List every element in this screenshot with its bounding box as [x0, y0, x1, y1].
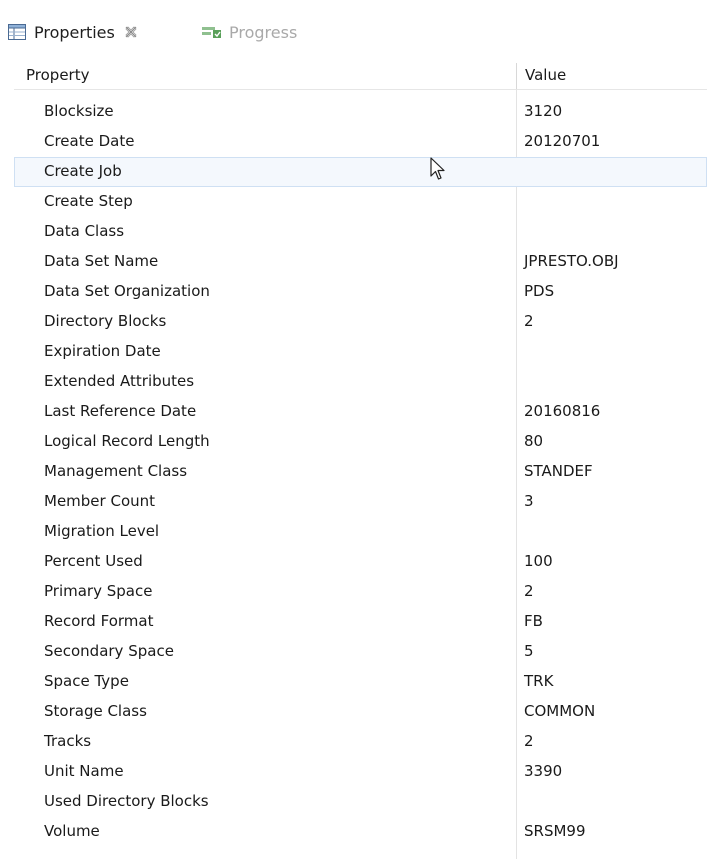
property-name: Directory Blocks [44, 312, 167, 330]
table-row[interactable]: Directory Blocks 2 [14, 307, 707, 337]
column-divider[interactable] [516, 63, 517, 89]
properties-table-icon [8, 24, 26, 40]
property-name: Blocksize [44, 102, 114, 120]
property-name: Migration Level [44, 522, 160, 540]
property-value: FB [524, 612, 543, 630]
tab-progress-label: Progress [229, 22, 298, 42]
table-row[interactable]: Data Set Organization PDS [14, 277, 707, 307]
table-row[interactable]: Migration Level [14, 517, 707, 547]
table-row[interactable]: Data Class [14, 217, 707, 247]
column-header-property[interactable]: Property [26, 66, 89, 84]
property-value: 3 [524, 492, 534, 510]
table-row[interactable]: Used Directory Blocks [14, 787, 707, 817]
property-name: Secondary Space [44, 642, 174, 660]
property-value: 3120 [524, 102, 563, 120]
property-name: Primary Space [44, 582, 153, 600]
table-row[interactable]: Data Set Name JPRESTO.OBJ [14, 247, 707, 277]
table-row[interactable]: Secondary Space 5 [14, 637, 707, 667]
property-value: 2 [524, 312, 534, 330]
property-value: 20160816 [524, 402, 601, 420]
property-value: 80 [524, 432, 544, 450]
tab-progress[interactable]: Progress [202, 14, 332, 50]
property-name: Create Date [44, 132, 135, 150]
property-name: Extended Attributes [44, 372, 195, 390]
tab-properties-label: Properties [34, 22, 115, 42]
table-row[interactable]: Create Step [14, 187, 707, 217]
property-name: Tracks [44, 732, 92, 750]
property-value: TRK [524, 672, 554, 690]
property-name: Space Type [44, 672, 129, 690]
property-name: Unit Name [44, 762, 124, 780]
column-header-value[interactable]: Value [525, 66, 566, 84]
table-row[interactable]: Tracks 2 [14, 727, 707, 757]
property-name: Expiration Date [44, 342, 161, 360]
property-name: Last Reference Date [44, 402, 197, 420]
table-row[interactable]: Record Format FB [14, 607, 707, 637]
mouse-pointer-icon [430, 157, 446, 185]
table-row[interactable]: Last Reference Date 20160816 [14, 397, 707, 427]
property-name: Data Class [44, 222, 125, 240]
property-name: Create Step [44, 192, 133, 210]
property-value: 3390 [524, 762, 563, 780]
property-name: Data Set Name [44, 252, 159, 270]
property-name: Management Class [44, 462, 188, 480]
table-row[interactable]: Extended Attributes [14, 367, 707, 397]
table-row[interactable]: Create Date 20120701 [14, 127, 707, 157]
property-value: COMMON [524, 702, 596, 720]
table-row[interactable]: Management Class STANDEF [14, 457, 707, 487]
table-header: Property Value [14, 63, 707, 90]
property-name: Member Count [44, 492, 156, 510]
property-name: Create Job [44, 162, 122, 180]
property-name: Logical Record Length [44, 432, 210, 450]
property-value: 20120701 [524, 132, 601, 150]
table-row-hovered[interactable]: Create Job [14, 157, 707, 187]
progress-icon [202, 25, 222, 39]
table-row[interactable]: Unit Name 3390 [14, 757, 707, 787]
table-row[interactable]: Logical Record Length 80 [14, 427, 707, 457]
property-value: JPRESTO.OBJ [524, 252, 619, 270]
table-row[interactable]: Percent Used 100 [14, 547, 707, 577]
view-tab-bar: Properties Progress [0, 0, 707, 60]
table-row[interactable]: Volume SRSM99 [14, 817, 707, 847]
property-value: 2 [524, 732, 534, 750]
property-name: Volume [44, 822, 100, 840]
property-name: Percent Used [44, 552, 143, 570]
table-row[interactable]: Expiration Date [14, 337, 707, 367]
close-icon[interactable] [125, 26, 137, 38]
property-name: Record Format [44, 612, 154, 630]
tab-properties[interactable]: Properties [8, 14, 196, 50]
table-row[interactable]: Primary Space 2 [14, 577, 707, 607]
table-row[interactable]: Blocksize 3120 [14, 97, 707, 127]
table-row[interactable]: Storage Class COMMON [14, 697, 707, 727]
property-value: 5 [524, 642, 534, 660]
table-row[interactable]: Member Count 3 [14, 487, 707, 517]
property-value: 2 [524, 582, 534, 600]
property-name: Data Set Organization [44, 282, 210, 300]
property-name: Storage Class [44, 702, 147, 720]
property-value: 100 [524, 552, 553, 570]
table-row[interactable]: Space Type TRK [14, 667, 707, 697]
property-name: Used Directory Blocks [44, 792, 209, 810]
property-value: STANDEF [524, 462, 593, 480]
property-value: SRSM99 [524, 822, 586, 840]
property-value: PDS [524, 282, 555, 300]
